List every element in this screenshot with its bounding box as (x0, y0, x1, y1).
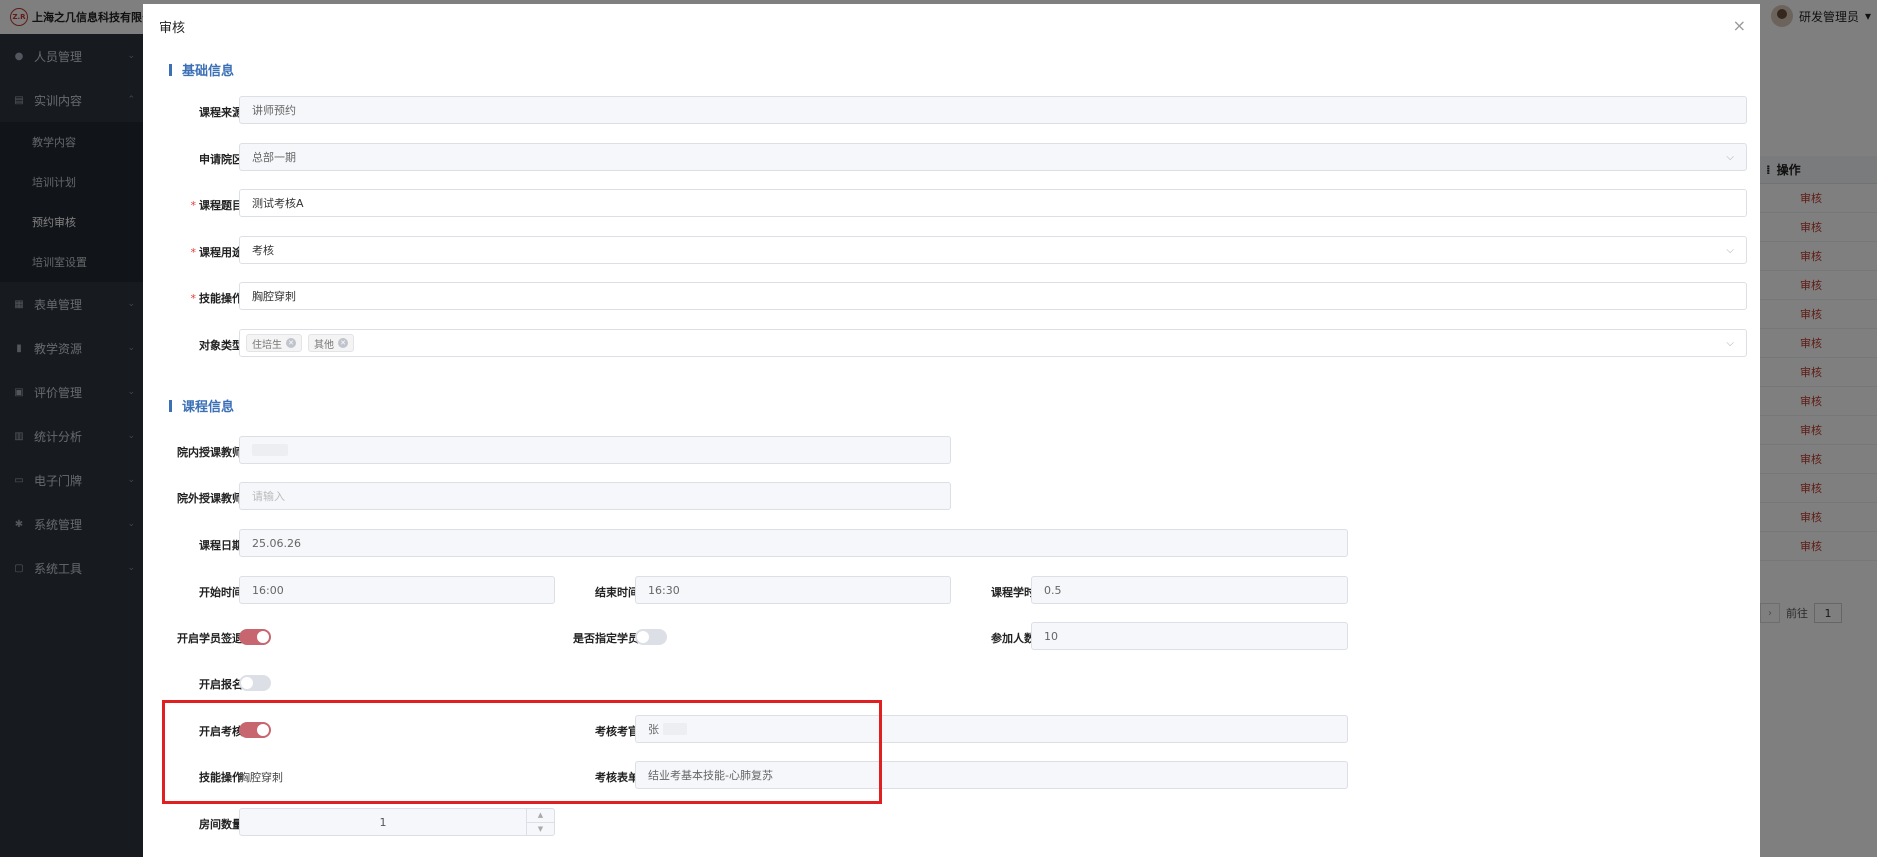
skill-input[interactable]: 胸腔穿刺 (239, 282, 1747, 310)
required-mark: * (190, 292, 197, 305)
review-dialog: 审核 × 基础信息 课程来源 讲师预约 申请院区 总部一期 ⌵ * 课程题目 测试… (143, 4, 1760, 857)
target-type-select[interactable]: 住培生 ✕ 其他 ✕ ⌵ (239, 329, 1747, 357)
outer-teacher-input[interactable]: 请输入 (239, 482, 951, 510)
course-purpose-label: * 课程用途 (163, 244, 244, 260)
section-title-text: 课程信息 (182, 400, 235, 415)
participant-count-label: 参加人数 (991, 632, 1035, 645)
campus-value: 总部一期 (252, 151, 296, 164)
stepper-buttons: ▲ ▼ (526, 809, 554, 835)
course-topic-input[interactable]: 测试考核A (239, 189, 1747, 217)
purpose-value: 考核 (252, 244, 274, 257)
section-title-course: 课程信息 (169, 396, 234, 415)
dialog-title: 审核 (159, 20, 186, 36)
enroll-label: 开启报名 (199, 678, 243, 691)
section-title-text: 基础信息 (182, 64, 235, 79)
skill-label: * 技能操作 (163, 290, 244, 306)
inner-teacher-label: 院内授课教师 (177, 446, 243, 459)
chevron-down-icon: ⌵ (1726, 152, 1734, 163)
highlight-box (162, 700, 882, 804)
increase-icon[interactable]: ▲ (527, 809, 554, 823)
target-type-label: 对象类型 (199, 339, 243, 352)
label-text: 技能操作 (199, 292, 243, 305)
label-text: 课程用途 (199, 246, 243, 259)
start-time-label: 开始时间 (199, 586, 243, 599)
close-icon[interactable]: ✕ (286, 338, 296, 348)
tag-label: 其他 (314, 339, 334, 351)
signin-label: 开启学员签退 (177, 632, 243, 645)
redacted-value (252, 444, 288, 456)
decrease-icon[interactable]: ▼ (527, 823, 554, 836)
participant-count-field: 10 (1031, 622, 1348, 650)
section-bar (169, 399, 172, 412)
tag-label: 住培生 (252, 339, 282, 351)
signin-toggle[interactable] (239, 629, 271, 645)
end-time-field: 16:30 (635, 576, 951, 604)
room-count-label: 房间数量 (199, 818, 243, 831)
start-time-field: 16:00 (239, 576, 555, 604)
campus-select[interactable]: 总部一期 ⌵ (239, 143, 1747, 171)
course-hours-label: 课程学时 (991, 586, 1035, 599)
assign-student-label: 是否指定学员 (573, 632, 639, 645)
required-mark: * (190, 246, 197, 259)
course-topic-label: * 课程题目 (163, 197, 244, 213)
chevron-down-icon: ⌵ (1726, 338, 1734, 349)
dialog-header: 审核 × (143, 4, 1760, 48)
required-mark: * (190, 199, 197, 212)
assign-student-toggle[interactable] (635, 629, 667, 645)
course-date-field: 25.06.26 (239, 529, 1348, 557)
course-source-field: 讲师预约 (239, 96, 1747, 124)
course-source-label: 课程来源 (199, 106, 243, 119)
target-tag: 住培生 ✕ (246, 334, 302, 352)
chevron-down-icon: ⌵ (1726, 245, 1734, 256)
section-title-basic: 基础信息 (169, 60, 234, 79)
target-tag: 其他 ✕ (308, 334, 354, 352)
close-icon[interactable]: × (1733, 18, 1746, 34)
section-bar (169, 63, 172, 76)
label-text: 课程题目 (199, 199, 243, 212)
room-count-value[interactable]: 1 (240, 809, 526, 835)
course-purpose-select[interactable]: 考核 ⌵ (239, 236, 1747, 264)
room-count-stepper[interactable]: 1 ▲ ▼ (239, 808, 555, 836)
close-icon[interactable]: ✕ (338, 338, 348, 348)
enroll-toggle[interactable] (239, 675, 271, 691)
course-date-label: 课程日期 (199, 539, 243, 552)
inner-teacher-field (239, 436, 951, 464)
course-hours-field: 0.5 (1031, 576, 1348, 604)
end-time-label: 结束时间 (595, 586, 639, 599)
campus-label: 申请院区 (199, 153, 243, 166)
outer-teacher-label: 院外授课教师 (177, 492, 243, 505)
